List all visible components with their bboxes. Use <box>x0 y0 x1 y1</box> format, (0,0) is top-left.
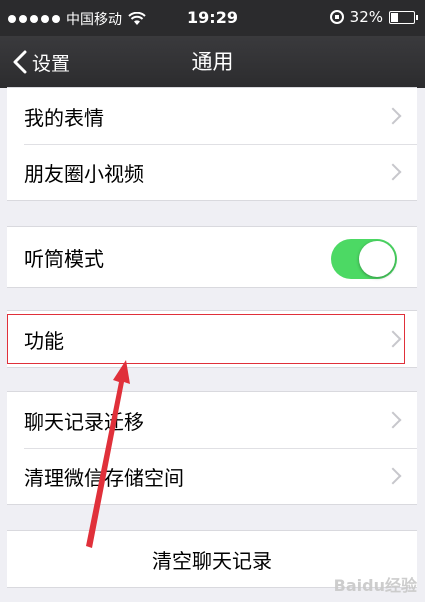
row-label: 听筒模式 <box>24 246 104 271</box>
toggle-knob <box>359 241 395 277</box>
baidu-watermark: Baidu经验 <box>333 576 417 595</box>
row-earpiece-mode: 听筒模式 <box>7 227 417 287</box>
battery-icon <box>389 10 418 24</box>
clear-chat-history-label: 清空聊天记录 <box>152 548 272 573</box>
status-right: 32% <box>329 8 418 26</box>
settings-group-4: 聊天记录迁移 清理微信存储空间 <box>7 391 417 505</box>
chevron-right-icon <box>384 107 402 125</box>
battery-percent: 32% <box>349 8 383 26</box>
settings-group-3: 功能 <box>7 310 417 368</box>
row-label: 功能 <box>24 328 64 353</box>
settings-group-2: 听筒模式 <box>7 226 417 288</box>
nav-bar: 设置 通用 <box>0 36 425 88</box>
row-label: 朋友圈小视频 <box>24 161 144 186</box>
row-label: 聊天记录迁移 <box>24 409 144 434</box>
row-label: 清理微信存储空间 <box>24 465 184 490</box>
page-title: 通用 <box>191 50 234 74</box>
status-bar: 中国移动 19:29 32% <box>0 0 425 36</box>
row-chat-migration[interactable]: 聊天记录迁移 <box>7 392 417 448</box>
settings-group-1: 我的表情 朋友圈小视频 <box>7 87 417 201</box>
chevron-right-icon <box>384 467 402 485</box>
row-my-stickers[interactable]: 我的表情 <box>7 88 417 144</box>
row-features[interactable]: 功能 <box>7 311 417 367</box>
row-moments-video[interactable]: 朋友圈小视频 <box>7 144 417 200</box>
earpiece-mode-toggle[interactable] <box>331 239 397 279</box>
chevron-right-icon <box>384 163 402 181</box>
rotation-lock-icon <box>329 10 344 24</box>
row-clear-storage[interactable]: 清理微信存储空间 <box>7 448 417 504</box>
row-label: 我的表情 <box>24 105 104 130</box>
chevron-right-icon <box>384 330 402 348</box>
chevron-right-icon <box>384 411 402 429</box>
